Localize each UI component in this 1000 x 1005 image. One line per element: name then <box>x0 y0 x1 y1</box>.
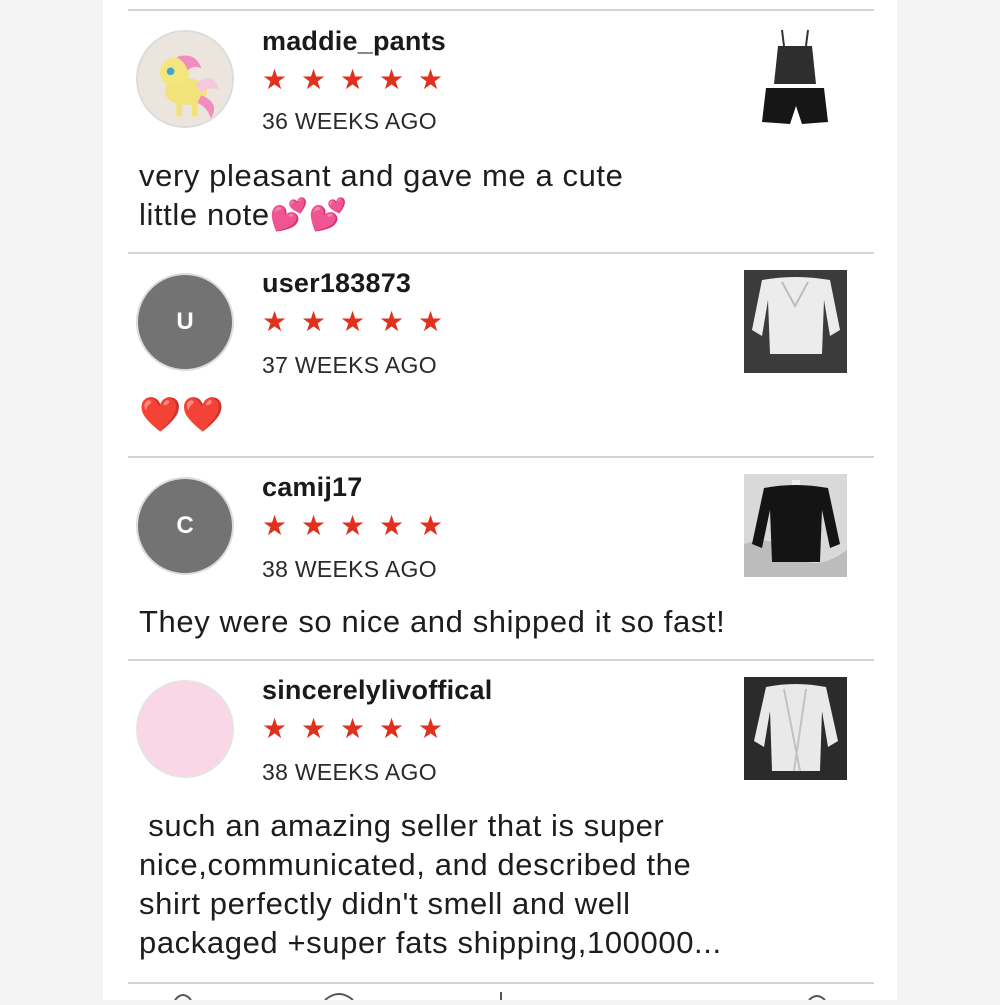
username[interactable]: maddie_pants <box>262 26 446 57</box>
star-icon: ★ <box>417 713 444 744</box>
star-icon: ★ <box>417 64 444 95</box>
star-icon: ★ <box>300 64 327 95</box>
avatar[interactable] <box>136 680 234 778</box>
review-timestamp: 38 WEEKS AGO <box>262 759 437 785</box>
star-icon: ★ <box>261 64 288 95</box>
white-long-sleeve-top-image <box>744 270 847 373</box>
star-icon: ★ <box>261 306 288 337</box>
item-thumbnail[interactable] <box>744 474 847 577</box>
star-rating: ★ ★ ★ ★ ★ <box>259 308 446 336</box>
star-icon: ★ <box>339 713 366 744</box>
bottom-tab-bar[interactable] <box>103 986 897 1001</box>
divider <box>128 252 874 254</box>
item-thumbnail[interactable] <box>744 270 847 373</box>
star-icon: ★ <box>339 306 366 337</box>
review-text: They were so nice and shipped it so fast… <box>139 604 726 639</box>
star-icon: ★ <box>300 713 327 744</box>
avatar[interactable]: C <box>136 477 234 575</box>
pony-figure-icon <box>138 32 232 126</box>
star-icon: ★ <box>261 713 288 744</box>
divider <box>128 9 874 11</box>
star-icon: ★ <box>378 713 405 744</box>
review-text: ❤️❤️ <box>139 396 225 434</box>
username[interactable]: sincerelylivoffical <box>262 675 492 706</box>
item-thumbnail[interactable] <box>744 26 847 129</box>
star-rating: ★ ★ ★ ★ ★ <box>259 715 446 743</box>
star-rating: ★ ★ ★ ★ ★ <box>259 512 446 540</box>
divider <box>128 659 874 661</box>
star-icon: ★ <box>261 510 288 541</box>
avatar[interactable]: U <box>136 273 234 371</box>
star-rating: ★ ★ ★ ★ ★ <box>259 66 446 94</box>
black-long-sleeve-top-image <box>744 474 847 577</box>
star-icon: ★ <box>339 64 366 95</box>
review-timestamp: 37 WEEKS AGO <box>262 352 437 378</box>
review-text: very pleasant and gave me a cute little … <box>139 158 624 232</box>
review-text: such an amazing seller that is super nic… <box>139 808 722 960</box>
star-icon: ★ <box>378 306 405 337</box>
star-icon: ★ <box>300 306 327 337</box>
star-icon: ★ <box>417 306 444 337</box>
username[interactable]: camij17 <box>262 472 362 503</box>
item-thumbnail[interactable] <box>744 677 847 780</box>
divider <box>128 456 874 458</box>
black-cami-set-image <box>744 26 847 129</box>
avatar[interactable] <box>136 30 234 128</box>
star-icon: ★ <box>378 510 405 541</box>
star-icon: ★ <box>378 64 405 95</box>
star-icon: ★ <box>417 510 444 541</box>
review-timestamp: 38 WEEKS AGO <box>262 556 437 582</box>
username[interactable]: user183873 <box>262 268 411 299</box>
review-timestamp: 36 WEEKS AGO <box>262 108 437 134</box>
star-icon: ★ <box>300 510 327 541</box>
star-icon: ★ <box>339 510 366 541</box>
tab-icons-partial <box>174 992 826 1001</box>
reviews-page: maddie_pants ★ ★ ★ ★ ★ 36 WEEKS AGO very… <box>103 0 897 1001</box>
white-ribbed-cardigan-image <box>744 677 847 780</box>
divider <box>128 982 874 984</box>
